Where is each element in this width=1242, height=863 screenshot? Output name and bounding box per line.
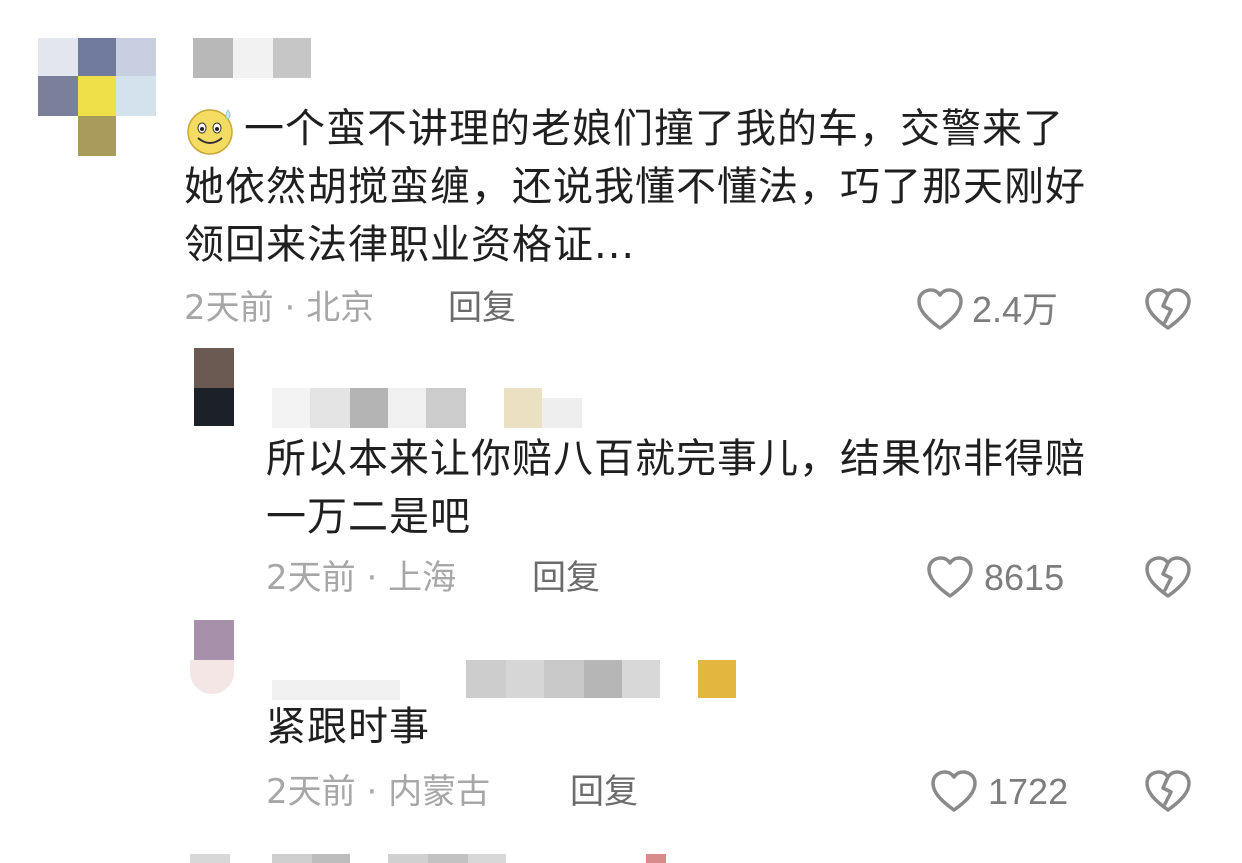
heart-outline-icon[interactable] [916,288,964,332]
location: 内蒙古 [388,772,491,812]
comment-text: 她依然胡搅蛮缠，还说我懂不懂法，巧了那天刚好 [184,164,1086,210]
comment-text: 紧跟时事 [266,704,430,750]
timestamp: 2天前 [266,772,356,812]
comment-meta: 2天前 · 北京 [184,288,374,328]
avatar[interactable] [190,620,234,698]
reply-button[interactable]: 回复 [448,288,516,328]
location: 北京 [306,288,375,328]
comment-text: 一个蛮不讲理的老娘们撞了我的车，交警来了 [244,106,1064,152]
location: 上海 [388,558,457,598]
separator: · [284,288,296,328]
broken-heart-icon[interactable] [1144,556,1192,600]
reply-button[interactable]: 回复 [532,558,600,598]
like-count: 2.4万 [972,289,1059,330]
heart-outline-icon[interactable] [930,770,978,814]
timestamp: 2天前 [266,558,356,598]
next-comment-blurred [190,854,690,863]
username-blurred[interactable] [272,660,738,700]
username-blurred[interactable] [272,388,582,428]
comment-text: 领回来法律职业资格证... [184,222,636,268]
smile-sweat-emoji [184,104,238,156]
comment-meta: 2天前 · 上海 [266,558,456,598]
avatar[interactable] [38,38,156,156]
timestamp: 2天前 [184,288,274,328]
comment-text: 所以本来让你赔八百就完事儿，结果你非得赔 [266,436,1086,482]
comment-text: 一万二是吧 [266,494,471,540]
comment-meta: 2天前 · 内蒙古 [266,772,490,812]
heart-outline-icon[interactable] [926,556,974,600]
avatar[interactable] [194,348,234,426]
separator: · [366,772,378,812]
reply-button[interactable]: 回复 [570,772,638,812]
like-count: 1722 [988,771,1069,812]
separator: · [366,558,378,598]
broken-heart-icon[interactable] [1144,770,1192,814]
broken-heart-icon[interactable] [1144,288,1192,332]
like-count: 8615 [984,557,1065,598]
username-blurred[interactable] [193,38,313,78]
